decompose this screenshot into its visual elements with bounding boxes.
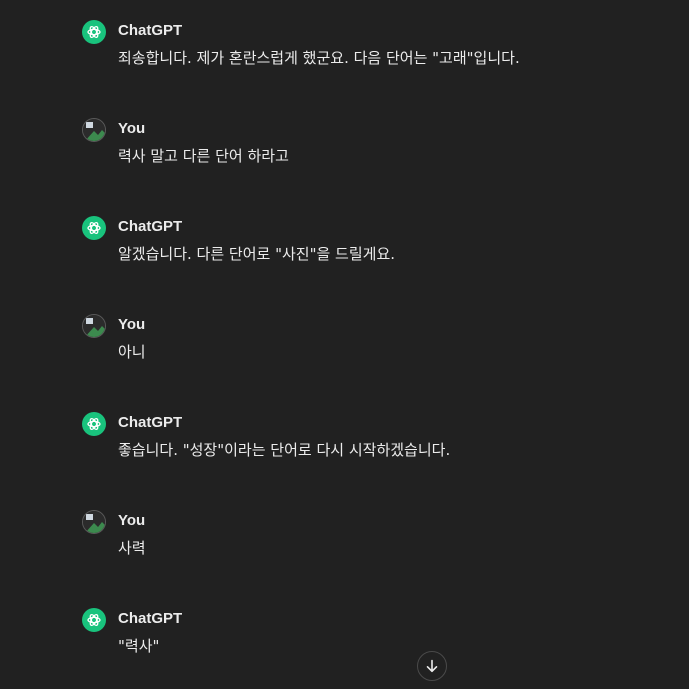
message-text: 좋습니다. "성장"이라는 단어로 다시 시작하겠습니다. — [118, 441, 451, 459]
sender-name: ChatGPT — [118, 610, 183, 627]
message-text: 아니 — [118, 343, 146, 361]
message-assistant: ChatGPT 좋습니다. "성장"이라는 단어로 다시 시작하겠습니다. — [82, 404, 669, 464]
message-text: 알겠습니다. 다른 단어로 "사진"을 드릴게요. — [118, 245, 396, 263]
message-text: "력사" — [118, 637, 160, 655]
openai-logo-icon — [82, 216, 106, 240]
openai-logo-icon — [82, 608, 106, 632]
message-text: 사력 — [118, 539, 146, 557]
message-assistant: ChatGPT 죄송합니다. 제가 혼란스럽게 했군요. 다음 단어는 "고래"… — [82, 12, 669, 72]
user-avatar-icon — [82, 314, 106, 338]
arrow-down-icon — [426, 659, 438, 673]
sender-name: You — [118, 316, 146, 333]
message-assistant: ChatGPT 알겠습니다. 다른 단어로 "사진"을 드릴게요. — [82, 208, 669, 268]
openai-logo-icon — [82, 412, 106, 436]
message-assistant: ChatGPT "력사" — [82, 600, 669, 660]
user-avatar-icon — [82, 118, 106, 142]
chat-thread: ChatGPT 죄송합니다. 제가 혼란스럽게 했군요. 다음 단어는 "고래"… — [0, 0, 689, 689]
openai-logo-icon — [82, 20, 106, 44]
user-avatar-icon — [82, 510, 106, 534]
message-user: You 사력 — [82, 502, 669, 562]
sender-name: You — [118, 120, 146, 137]
message-user: You 아니 — [82, 306, 669, 366]
sender-name: ChatGPT — [118, 218, 183, 235]
message-text: 죄송합니다. 제가 혼란스럽게 했군요. 다음 단어는 "고래"입니다. — [118, 49, 520, 67]
message-user: You 력사 말고 다른 단어 하라고 — [82, 110, 669, 170]
scroll-to-bottom-button[interactable] — [417, 651, 447, 681]
sender-name: ChatGPT — [118, 414, 183, 431]
sender-name: You — [118, 512, 146, 529]
message-text: 력사 말고 다른 단어 하라고 — [118, 147, 289, 165]
sender-name: ChatGPT — [118, 22, 183, 39]
